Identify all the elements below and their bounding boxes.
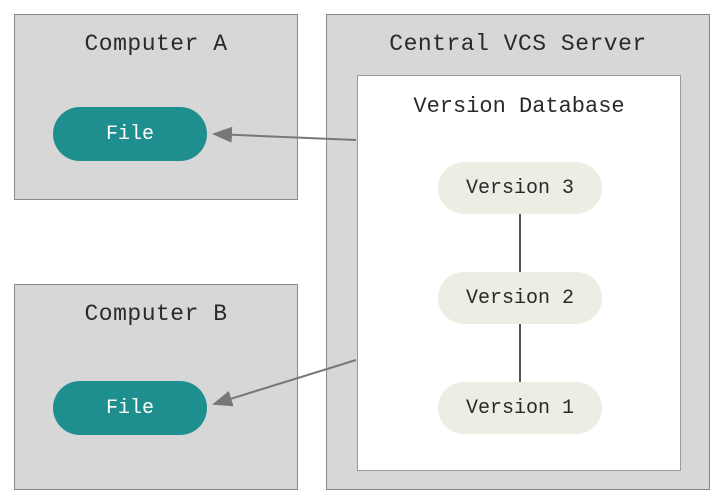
version-3-label: Version 3 [466, 177, 574, 200]
computer-a-file-label: File [106, 123, 154, 146]
computer-a-title: Computer A [15, 15, 297, 57]
version-2-pill: Version 2 [438, 272, 602, 324]
computer-b-file-pill: File [53, 381, 207, 435]
version-database-title: Version Database [358, 76, 680, 119]
server-title: Central VCS Server [327, 15, 709, 57]
computer-a-box: Computer A File [14, 14, 298, 200]
version-2-label: Version 2 [466, 287, 574, 310]
diagram-canvas: Computer A File Computer B File Central … [0, 0, 725, 504]
version-1-label: Version 1 [466, 397, 574, 420]
version-database-panel: Version Database Version 3 Version 2 Ver… [357, 75, 681, 471]
computer-b-title: Computer B [15, 285, 297, 327]
computer-b-file-label: File [106, 397, 154, 420]
version-1-pill: Version 1 [438, 382, 602, 434]
computer-b-box: Computer B File [14, 284, 298, 490]
version-3-pill: Version 3 [438, 162, 602, 214]
server-box: Central VCS Server Version Database Vers… [326, 14, 710, 490]
computer-a-file-pill: File [53, 107, 207, 161]
version-connector-line [519, 324, 521, 382]
version-connector-line [519, 214, 521, 272]
